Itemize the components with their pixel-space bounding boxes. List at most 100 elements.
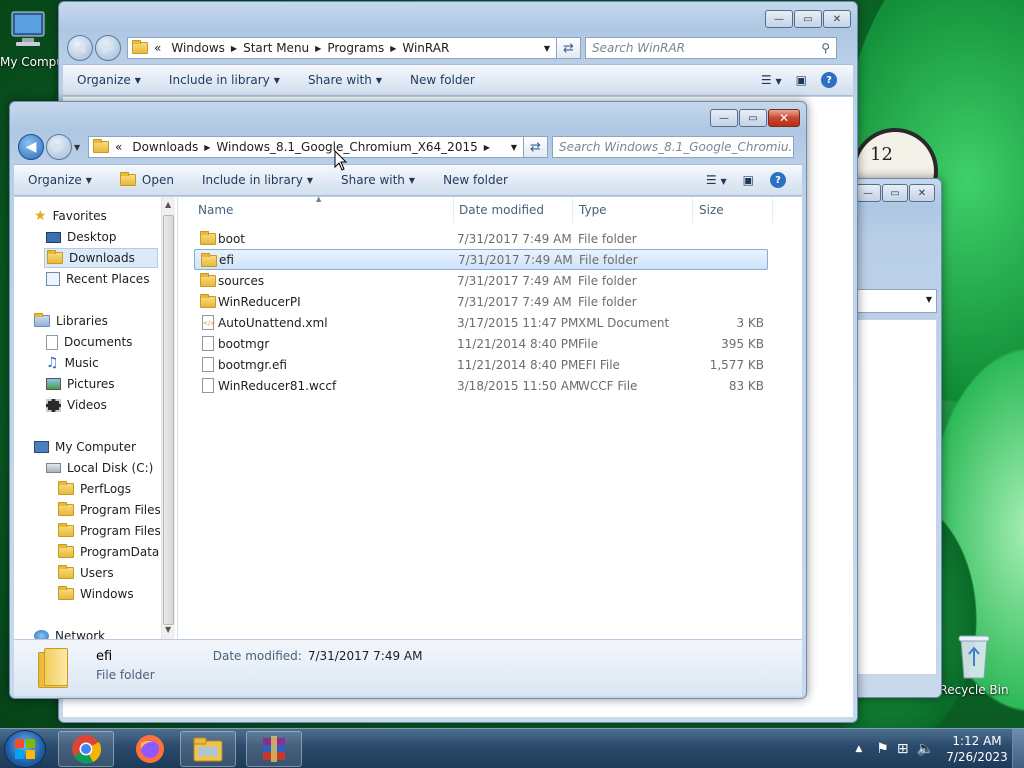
tray-date: 7/26/2023 (946, 750, 1008, 764)
scroll-down-icon[interactable]: ▼ (165, 625, 171, 634)
nav-programdata[interactable]: ProgramData (58, 542, 159, 562)
nav-pane-scrollbar[interactable]: ▲ ▼ (161, 197, 175, 639)
file-row[interactable]: WinReducer81.wccf 3/18/2015 11:50 AM WCCF … (194, 375, 768, 396)
explorer-window-downloads[interactable]: — ▭ ✕ ◀ ▶ ▼ « Downloads ▶ Windows_8.1_Go… (9, 101, 807, 699)
preview-pane-icon[interactable]: ▣ (796, 73, 807, 87)
back-button[interactable]: ◀ (18, 134, 44, 160)
refresh-button[interactable]: ⇄ (524, 136, 548, 158)
organize-menu[interactable]: Organize ▼ (14, 173, 106, 187)
view-options-icon[interactable]: ☰ ▼ (761, 73, 782, 87)
column-header-date-modified[interactable]: Date modified (453, 197, 573, 223)
file-row[interactable]: WinReducerPI 7/31/2017 7:49 AM File folder (194, 291, 768, 312)
desktop-icon-recycle-bin[interactable]: Recycle Bin (938, 632, 1010, 697)
nav-network[interactable]: Network (34, 626, 105, 639)
nav-downloads[interactable]: Downloads (44, 248, 158, 268)
share-with-menu[interactable]: Share with ▼ (294, 73, 396, 87)
file-row[interactable]: efi 7/31/2017 7:49 AM File folder (194, 249, 768, 270)
minimize-button[interactable]: — (855, 184, 881, 202)
column-header-name[interactable]: Name ▲ (192, 195, 454, 223)
share-with-menu[interactable]: Share with ▼ (327, 173, 429, 187)
minimize-button[interactable]: — (765, 10, 793, 28)
action-center-icon[interactable]: ⚑ (876, 741, 889, 757)
chevron-right-icon[interactable]: ▶ (484, 143, 490, 152)
preview-pane-icon[interactable]: ▣ (743, 173, 754, 187)
help-icon[interactable]: ? (770, 172, 786, 188)
desktop-icon-my-computer[interactable]: My Computer (0, 8, 64, 69)
nav-pictures[interactable]: Pictures (46, 374, 115, 394)
file-row[interactable]: sources 7/31/2017 7:49 AM File folder (194, 270, 768, 291)
file-row[interactable]: boot 7/31/2017 7:49 AM File folder (194, 228, 768, 249)
minimize-button[interactable]: — (710, 109, 738, 127)
details-name: efi (96, 649, 113, 664)
tray-clock[interactable]: 1:12 AM 7/26/2023 (942, 733, 1012, 765)
taskbar-winrar[interactable] (246, 731, 302, 767)
forward-button[interactable]: ▶ (46, 134, 72, 160)
close-button[interactable]: ✕ (823, 10, 851, 28)
breadcrumb-item[interactable]: WinRAR (396, 41, 455, 55)
nav-perflogs[interactable]: PerfLogs (58, 479, 131, 499)
chevron-down-icon[interactable]: ▼ (544, 44, 550, 53)
nav-videos[interactable]: Videos (46, 395, 107, 415)
nav-recent-places[interactable]: Recent Places (46, 269, 149, 289)
nav-program-files-x86[interactable]: Program Files ( (58, 521, 169, 541)
taskbar-firefox[interactable] (122, 731, 178, 767)
breadcrumb-overflow[interactable]: « (115, 140, 122, 154)
nav-favorites[interactable]: ★ Favorites (34, 206, 107, 226)
include-in-library-menu[interactable]: Include in library ▼ (155, 73, 294, 87)
maximize-button[interactable]: ▭ (739, 109, 767, 127)
new-folder-button[interactable]: New folder (396, 73, 489, 87)
breadcrumb-item[interactable]: Downloads (126, 140, 204, 154)
nav-libraries[interactable]: Libraries (34, 311, 108, 331)
nav-desktop[interactable]: Desktop (46, 227, 117, 247)
file-row[interactable]: AutoUnattend.xml 3/17/2015 11:47 PMXML Do… (194, 312, 768, 333)
taskbar-explorer[interactable] (180, 731, 236, 767)
file-row[interactable]: bootmgr 11/21/2014 8:40 PM File 395 KB (194, 333, 768, 354)
network-status-icon[interactable]: ⊞ (897, 741, 909, 757)
recent-pages-button[interactable]: ▼ (74, 143, 86, 152)
breadcrumb-item[interactable]: Start Menu (237, 41, 315, 55)
organize-menu[interactable]: Organize ▼ (63, 73, 155, 87)
taskbar-chrome[interactable] (58, 731, 114, 767)
breadcrumb-overflow[interactable]: « (154, 41, 161, 55)
nav-documents[interactable]: Documents (46, 332, 132, 352)
address-bar[interactable]: « Downloads ▶ Windows_8.1_Google_Chromiu… (88, 136, 524, 158)
open-button[interactable]: Open (106, 172, 188, 187)
search-placeholder: Search WinRAR (592, 41, 685, 55)
maximize-button[interactable]: ▭ (794, 10, 822, 28)
breadcrumb-item[interactable]: Programs (321, 41, 390, 55)
column-header-size[interactable]: Size (693, 197, 773, 223)
show-desktop-button[interactable] (1012, 729, 1024, 768)
help-icon[interactable]: ? (821, 72, 837, 88)
nav-my-computer[interactable]: My Computer (34, 437, 136, 457)
nav-windows[interactable]: Windows (58, 584, 134, 604)
back-button[interactable]: ◀ (67, 35, 93, 61)
nav-music[interactable]: ♫ Music (46, 353, 99, 373)
search-input[interactable]: Search WinRAR ⚲ (585, 37, 837, 59)
include-in-library-menu[interactable]: Include in library ▼ (188, 173, 327, 187)
chevron-down-icon[interactable]: ▼ (511, 143, 517, 152)
close-button[interactable]: ✕ (909, 184, 935, 202)
scrollbar-thumb[interactable] (163, 215, 174, 625)
search-input[interactable]: Search Windows_8.1_Google_Chromiu... ⚲ (552, 136, 794, 158)
nav-users[interactable]: Users (58, 563, 114, 583)
volume-muted-icon[interactable]: 🔈 (917, 741, 934, 757)
scroll-up-icon[interactable]: ▲ (165, 200, 171, 209)
nav-label: Local Disk (C:) (67, 461, 154, 475)
view-options-icon[interactable]: ☰ ▼ (706, 173, 727, 187)
nav-label: Videos (67, 398, 107, 412)
chevron-down-icon[interactable]: ▼ (926, 295, 932, 304)
address-row: ◀ ▶ « Windows ▶ Start Menu ▶ Programs ▶ … (67, 35, 837, 61)
breadcrumb-item[interactable]: Windows (165, 41, 231, 55)
file-row[interactable]: bootmgr.efi 11/21/2014 8:40 PM EFI File 1,5… (194, 354, 768, 375)
column-header-type[interactable]: Type (573, 197, 693, 223)
show-hidden-icons-icon[interactable]: ▲ (855, 744, 862, 754)
forward-button[interactable]: ▶ (95, 35, 121, 61)
new-folder-button[interactable]: New folder (429, 173, 522, 187)
nav-local-disk[interactable]: Local Disk (C:) (46, 458, 153, 478)
refresh-button[interactable]: ⇄ (557, 37, 581, 59)
start-button[interactable] (4, 730, 46, 768)
nav-program-files[interactable]: Program Files (58, 500, 161, 520)
maximize-button[interactable]: ▭ (882, 184, 908, 202)
close-button[interactable]: ✕ (768, 109, 800, 127)
address-bar[interactable]: « Windows ▶ Start Menu ▶ Programs ▶ WinR… (127, 37, 557, 59)
